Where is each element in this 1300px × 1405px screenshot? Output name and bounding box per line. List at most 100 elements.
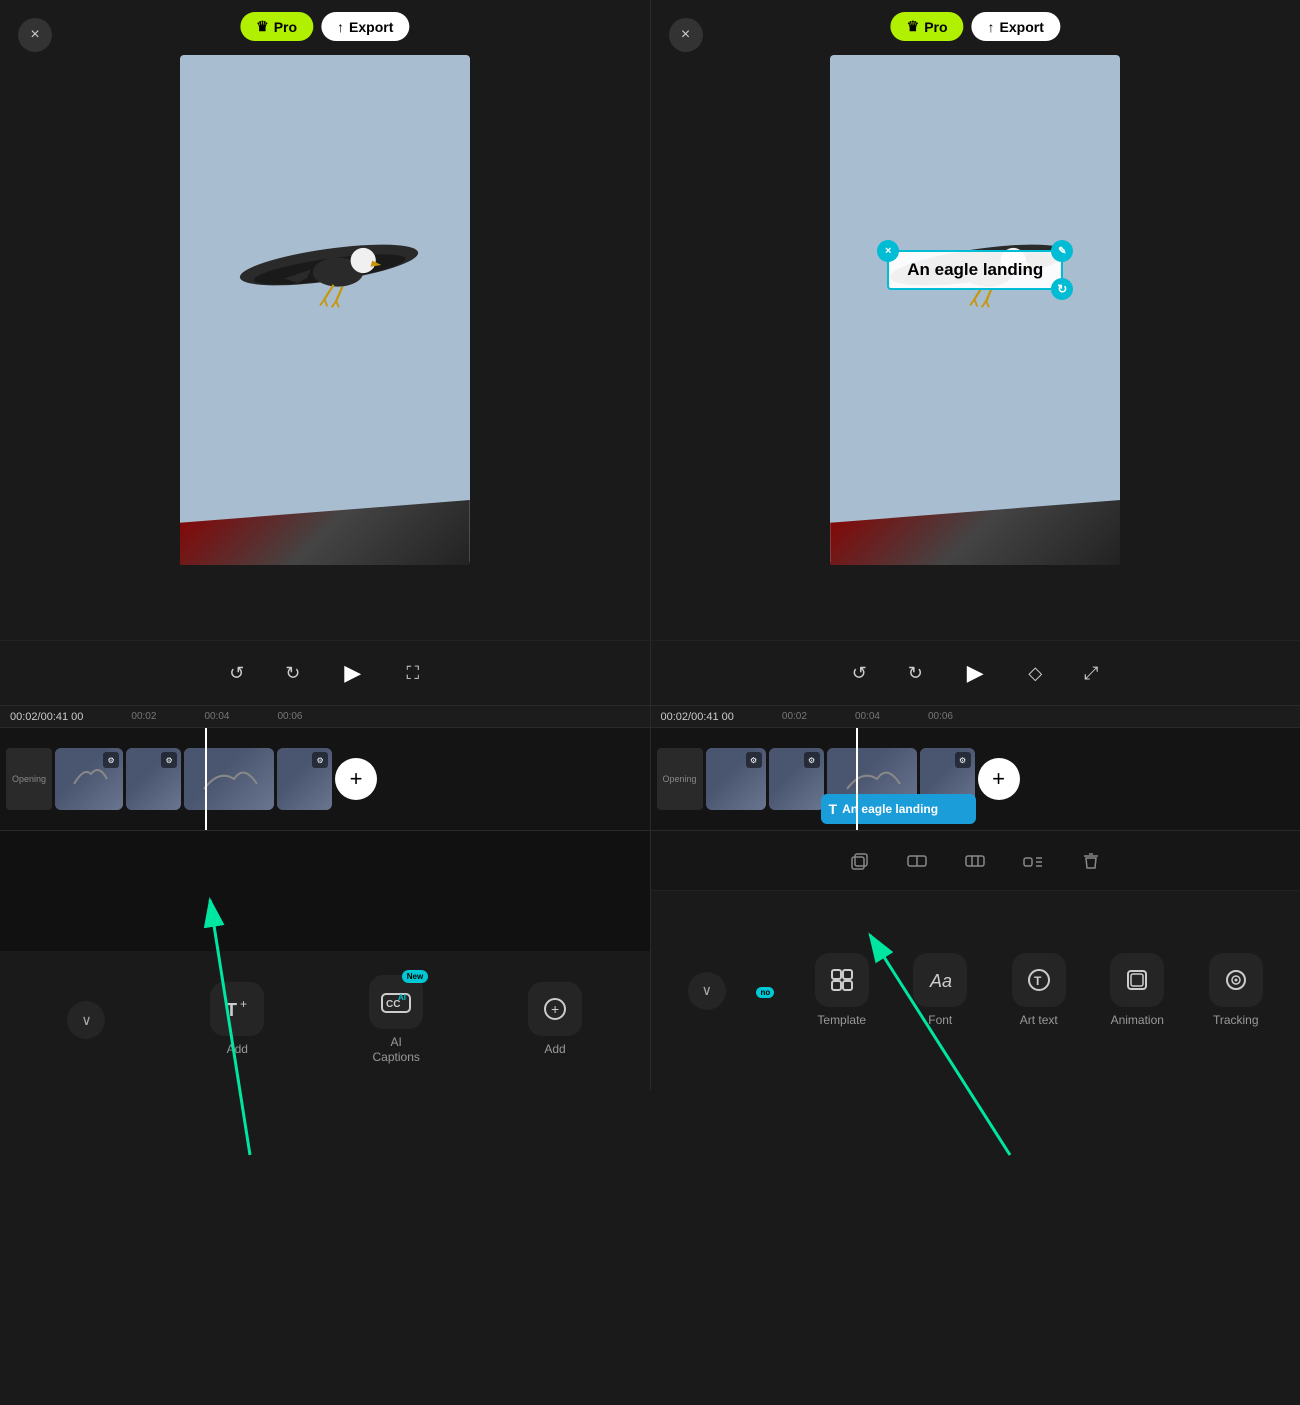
left-clip-3[interactable] <box>184 748 274 810</box>
left-opening-label: Opening <box>6 748 52 810</box>
left-redo-button[interactable]: ↻ <box>275 655 311 691</box>
clip-settings-icon: ⚙ <box>103 752 119 768</box>
duplicate-icon <box>848 850 870 872</box>
right-export-label: Export <box>1000 19 1044 35</box>
right-ruler: 00:02/00:41 00 00:02 00:04 00:06 <box>651 706 1300 728</box>
template-tool[interactable]: Template <box>815 953 869 1029</box>
controls-row: ↺ ↻ ▶ ⛶ ↺ ↻ ▶ ◇ ⤢ <box>0 640 1300 705</box>
right-undo-button[interactable]: ↺ <box>841 655 877 691</box>
left-collapse-button[interactable]: ∨ <box>67 1001 105 1039</box>
app-container: × ♛ Pro ↑ Export <box>0 0 1300 1405</box>
svg-text:+: + <box>551 1001 559 1017</box>
right-text-track[interactable]: T An eagle landing <box>821 794 976 824</box>
text-overlay-container: × ✎ An eagle landing ↻ <box>887 250 1063 290</box>
overlay-resize-icon[interactable]: ↻ <box>1051 278 1073 300</box>
right-time-current: 00:02/00:41 00 <box>661 711 734 723</box>
left-marker-3: 00:06 <box>277 711 302 722</box>
right-pro-label: Pro <box>924 19 947 35</box>
clip-4-settings-icon: ⚙ <box>312 752 328 768</box>
font-icon-box: Aa <box>913 953 967 1007</box>
right-diamond-button[interactable]: ◇ <box>1017 655 1053 691</box>
mini-split2-button[interactable] <box>956 842 994 880</box>
mini-duplicate-button[interactable] <box>840 842 878 880</box>
tracking-label: Tracking <box>1213 1013 1259 1029</box>
template-label: Template <box>817 1013 866 1029</box>
left-marker-1: 00:02 <box>131 711 156 722</box>
right-pro-button[interactable]: ♛ Pro <box>891 12 964 41</box>
right-expand-button[interactable]: ⤢ <box>1073 655 1109 691</box>
mini-split1-button[interactable] <box>898 842 936 880</box>
font-icon: Aa <box>927 967 953 993</box>
left-tools-bar: ∨ T + Add CC AI <box>0 951 650 1091</box>
right-redo-button[interactable]: ↻ <box>897 655 933 691</box>
right-export-button[interactable]: ↑ Export <box>972 12 1060 41</box>
font-label: Font <box>928 1013 952 1029</box>
timeline-row: 00:02/00:41 00 00:02 00:04 00:06 Opening… <box>0 705 1300 830</box>
right-clip-3-thumb <box>842 759 902 799</box>
left-export-button[interactable]: ↑ Export <box>321 12 409 41</box>
art-text-icon: T <box>1026 967 1052 993</box>
art-text-tool[interactable]: T Art text <box>1012 953 1066 1029</box>
right-video-banner <box>830 500 1120 565</box>
right-marker-1: 00:02 <box>782 711 807 722</box>
clip-2-settings-icon: ⚙ <box>161 752 177 768</box>
left-clip-1[interactable]: ⚙ <box>55 748 123 810</box>
left-pro-label: Pro <box>274 19 297 35</box>
right-collapse-button[interactable]: ∨ <box>688 972 726 1010</box>
animation-tool[interactable]: Animation <box>1110 953 1164 1029</box>
left-add-icon-box: T + <box>210 982 264 1036</box>
left-pro-button[interactable]: ♛ Pro <box>240 12 313 41</box>
art-text-label: Art text <box>1020 1013 1058 1029</box>
right-cursor-line <box>856 728 858 830</box>
mini-delete-button[interactable] <box>1072 842 1110 880</box>
left-clip-2[interactable]: ⚙ <box>126 748 181 810</box>
right-video-panel: × ♛ Pro ↑ Export <box>650 0 1300 640</box>
animation-icon <box>1124 967 1150 993</box>
left-tracks-area: Opening ⚙ ⚙ <box>0 728 650 830</box>
right-clip-2-icon: ⚙ <box>804 752 820 768</box>
left-close-button[interactable]: × <box>18 18 52 52</box>
left-timeline: 00:02/00:41 00 00:02 00:04 00:06 Opening… <box>0 706 650 830</box>
right-close-button[interactable]: × <box>669 18 703 52</box>
left-add-tool[interactable]: T + Add <box>210 982 264 1058</box>
right-marker-2: 00:04 <box>855 711 880 722</box>
split1-icon <box>906 850 928 872</box>
add2-tool-label: Add <box>544 1042 565 1058</box>
right-play-button[interactable]: ▶ <box>953 651 997 695</box>
left-time-current: 00:02/00:41 00 <box>10 711 83 723</box>
svg-text:+: + <box>240 997 247 1011</box>
tracking-tool[interactable]: Tracking <box>1209 953 1263 1029</box>
left-play-button[interactable]: ▶ <box>331 651 375 695</box>
left-undo-button[interactable]: ↺ <box>219 655 255 691</box>
left-add-clip-button[interactable]: + <box>335 758 377 800</box>
left-add2-icon-box: + <box>528 982 582 1036</box>
mini-split3-button[interactable] <box>1014 842 1052 880</box>
left-clip-4[interactable]: ⚙ <box>277 748 332 810</box>
left-add2-tool[interactable]: + Add <box>528 982 582 1058</box>
eagle-text-overlay[interactable]: × ✎ An eagle landing ↻ <box>887 250 1063 290</box>
font-tool[interactable]: Aa Font <box>913 953 967 1029</box>
left-fullscreen-button[interactable]: ⛶ <box>395 655 431 691</box>
split3-icon <box>1022 850 1044 872</box>
right-add-clip-button[interactable]: + <box>978 758 1020 800</box>
right-bottom: ∨ no Template <box>650 831 1300 1090</box>
ai-captions-badge: New <box>402 970 428 983</box>
svg-text:AI: AI <box>398 993 406 1002</box>
right-upload-icon: ↑ <box>988 19 995 35</box>
right-marker-3: 00:06 <box>928 711 953 722</box>
left-video-toolbar: ♛ Pro ↑ Export <box>240 12 409 41</box>
ai-captions-tool[interactable]: CC AI New AICaptions <box>369 975 423 1066</box>
overlay-edit-icon[interactable]: ✎ <box>1051 240 1073 262</box>
left-ruler: 00:02/00:41 00 00:02 00:04 00:06 <box>0 706 650 728</box>
animation-label: Animation <box>1111 1013 1164 1029</box>
svg-text:T: T <box>1034 974 1042 988</box>
left-marker-2: 00:04 <box>204 711 229 722</box>
left-export-label: Export <box>349 19 393 35</box>
template-icon-box <box>815 953 869 1007</box>
overlay-close-icon[interactable]: × <box>877 240 899 262</box>
left-crown-icon: ♛ <box>256 18 269 35</box>
svg-text:Aa: Aa <box>929 971 952 991</box>
right-clip-2[interactable]: ⚙ <box>769 748 824 810</box>
right-clip-1[interactable]: ⚙ <box>706 748 766 810</box>
add-text-icon: T + <box>224 996 250 1022</box>
